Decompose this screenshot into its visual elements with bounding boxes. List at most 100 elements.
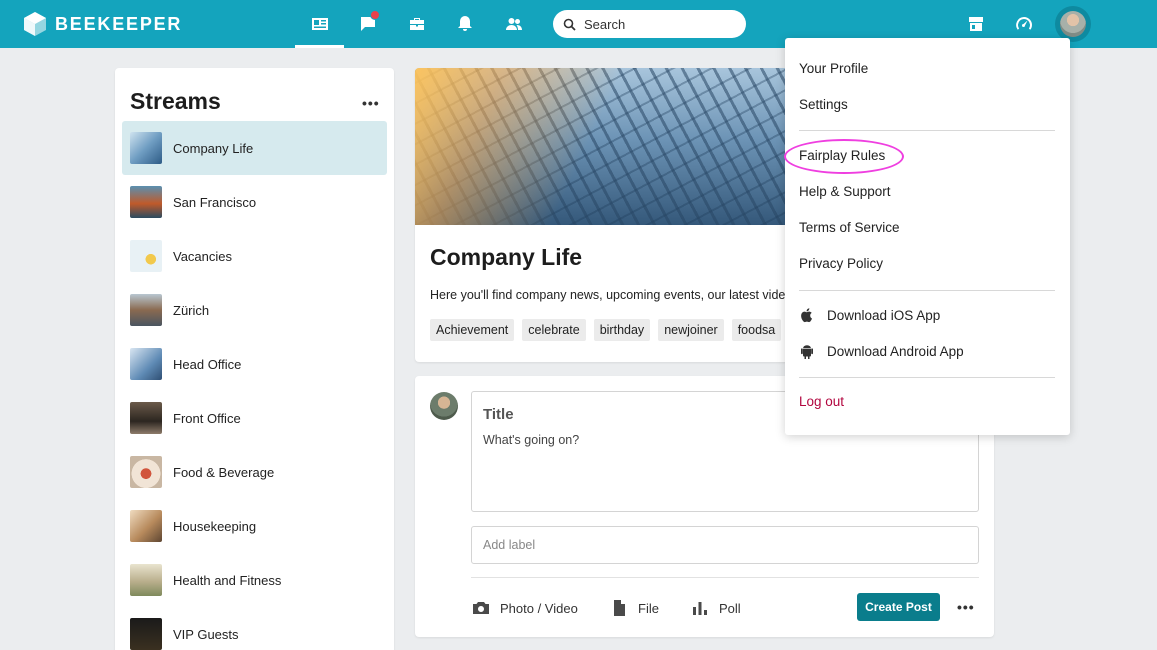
stream-label: Food & Beverage — [173, 464, 275, 480]
menu-item-label: Download Android App — [827, 343, 964, 359]
menu-item-label: Privacy Policy — [799, 256, 884, 271]
tag[interactable]: celebrate — [522, 319, 586, 341]
tag[interactable]: newjoiner — [658, 319, 724, 341]
apple-icon — [801, 308, 812, 323]
photo-video-button[interactable]: Photo / Video — [472, 599, 578, 617]
stream-item-company-life[interactable]: Company Life — [122, 121, 387, 175]
stream-thumbnail — [130, 402, 162, 434]
menu-item-label: Settings — [799, 97, 848, 112]
nav-launchpad[interactable] — [962, 10, 990, 38]
stream-thumbnail — [130, 510, 162, 542]
people-icon — [506, 18, 522, 30]
search-placeholder: Search — [584, 16, 626, 32]
bell-icon — [458, 16, 472, 31]
avatar — [430, 392, 458, 420]
camera-icon — [473, 602, 489, 614]
stream-item-zurich[interactable]: Zürich — [122, 283, 387, 337]
menu-divider — [799, 130, 1055, 131]
nav-news-feed[interactable] — [306, 10, 334, 38]
search-bar[interactable]: Search — [553, 10, 746, 38]
stream-label: Health and Fitness — [173, 572, 282, 588]
search-icon — [563, 18, 576, 31]
stream-label: VIP Guests — [173, 626, 239, 642]
beekeeper-logo-icon — [24, 12, 46, 36]
stream-item-front-office[interactable]: Front Office — [122, 391, 387, 445]
tag[interactable]: birthday — [593, 319, 651, 341]
post-body-field[interactable]: What's going on? — [483, 433, 579, 447]
menu-item-privacy-policy[interactable]: Privacy Policy — [799, 256, 883, 271]
streams-sidebar: Streams ••• Company Life San Francisco V… — [115, 68, 394, 650]
file-button[interactable]: File — [610, 599, 659, 617]
menu-divider — [799, 377, 1055, 378]
android-icon — [801, 345, 813, 359]
stream-thumbnail — [130, 240, 162, 272]
stream-item-health-fitness[interactable]: Health and Fitness — [122, 553, 387, 607]
stream-label: San Francisco — [173, 194, 257, 210]
nav-people[interactable] — [500, 10, 528, 38]
stream-item-san-francisco[interactable]: San Francisco — [122, 175, 387, 229]
divider — [471, 577, 979, 578]
menu-item-download-android[interactable]: Download Android App — [799, 343, 964, 359]
user-menu-dropdown: Your Profile Settings Fairplay Rules Hel… — [785, 38, 1070, 435]
menu-item-label: Download iOS App — [827, 307, 941, 323]
nav-notifications[interactable] — [451, 10, 479, 38]
stream-thumbnail — [130, 618, 162, 650]
composer-more-button[interactable]: ••• — [957, 599, 975, 615]
stream-thumbnail — [130, 456, 162, 488]
stream-description: Here you'll find company news, upcoming … — [430, 288, 786, 302]
tag[interactable]: foodsa — [731, 319, 782, 341]
photo-video-label: Photo / Video — [500, 600, 578, 616]
file-label: File — [638, 600, 659, 616]
menu-item-help-support[interactable]: Help & Support — [799, 184, 891, 199]
menu-item-label: Your Profile — [799, 61, 869, 76]
post-title-field[interactable]: Title — [483, 406, 514, 423]
newspaper-icon — [312, 18, 328, 30]
menu-item-label: Help & Support — [799, 184, 891, 199]
stream-item-food-beverage[interactable]: Food & Beverage — [122, 445, 387, 499]
active-nav-indicator — [295, 45, 344, 48]
streams-title: Streams — [130, 88, 221, 114]
poll-icon — [693, 602, 707, 615]
toolbox-icon — [410, 18, 424, 30]
logo[interactable]: BEEKEEPER — [24, 12, 182, 36]
stream-label: Vacancies — [173, 248, 233, 264]
stream-thumbnail — [130, 348, 162, 380]
stream-title: Company Life — [430, 244, 583, 270]
menu-item-label: Log out — [799, 394, 845, 409]
stream-thumbnail — [130, 132, 162, 164]
avatar — [1060, 11, 1086, 37]
tag[interactable]: Achievement — [430, 319, 515, 341]
streams-more-button[interactable]: ••• — [362, 95, 380, 111]
nav-dashboard[interactable] — [1010, 10, 1038, 38]
stream-label: Head Office — [173, 356, 242, 372]
app-name: BEEKEEPER — [55, 13, 183, 34]
storefront-icon — [969, 17, 983, 31]
tag-list: Achievement celebrate birthday newjoiner… — [430, 319, 782, 341]
menu-item-settings[interactable]: Settings — [799, 97, 848, 112]
stream-label: Company Life — [173, 140, 254, 156]
user-avatar-button[interactable] — [1055, 6, 1091, 42]
menu-item-log-out[interactable]: Log out — [799, 394, 844, 409]
stream-label: Housekeeping — [173, 518, 257, 534]
stream-thumbnail — [130, 294, 162, 326]
notification-dot — [370, 10, 380, 20]
nav-tools[interactable] — [403, 10, 431, 38]
stream-thumbnail — [130, 186, 162, 218]
menu-item-terms-of-service[interactable]: Terms of Service — [799, 220, 900, 235]
poll-label: Poll — [719, 600, 741, 616]
add-label-input[interactable] — [471, 526, 979, 564]
stream-thumbnail — [130, 564, 162, 596]
menu-item-download-ios[interactable]: Download iOS App — [799, 307, 940, 323]
stream-item-housekeeping[interactable]: Housekeeping — [122, 499, 387, 553]
menu-divider — [799, 290, 1055, 291]
stream-label: Front Office — [173, 410, 241, 426]
create-post-button[interactable]: Create Post — [857, 593, 940, 621]
menu-item-label: Terms of Service — [799, 220, 900, 235]
stream-item-vacancies[interactable]: Vacancies — [122, 229, 387, 283]
nav-chats[interactable] — [354, 10, 382, 38]
stream-item-vip-guests[interactable]: VIP Guests — [122, 607, 387, 650]
highlight-annotation — [784, 139, 904, 174]
menu-item-your-profile[interactable]: Your Profile — [799, 61, 868, 76]
stream-item-head-office[interactable]: Head Office — [122, 337, 387, 391]
poll-button[interactable]: Poll — [691, 599, 741, 617]
